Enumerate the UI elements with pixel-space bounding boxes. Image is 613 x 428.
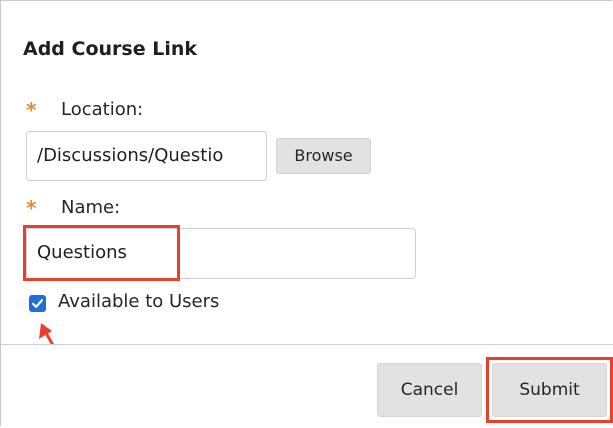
name-required-marker: * — [26, 196, 37, 220]
location-label: Location: — [61, 99, 144, 120]
submit-highlight-annotation — [486, 357, 613, 423]
add-course-link-dialog: Add Course Link * Location: /Discussions… — [0, 0, 613, 427]
available-checkbox[interactable] — [29, 295, 46, 312]
name-highlight-annotation — [23, 225, 180, 281]
check-icon — [31, 299, 44, 308]
dialog-title: Add Course Link — [23, 38, 198, 60]
cancel-button[interactable]: Cancel — [377, 363, 482, 417]
name-label: Name: — [61, 197, 121, 218]
dialog-footer: Cancel Submit — [1, 345, 613, 427]
location-input[interactable]: /Discussions/Questio — [26, 131, 267, 181]
location-required-marker: * — [26, 98, 37, 122]
browse-button[interactable]: Browse — [276, 138, 371, 174]
available-label: Available to Users — [58, 291, 220, 312]
